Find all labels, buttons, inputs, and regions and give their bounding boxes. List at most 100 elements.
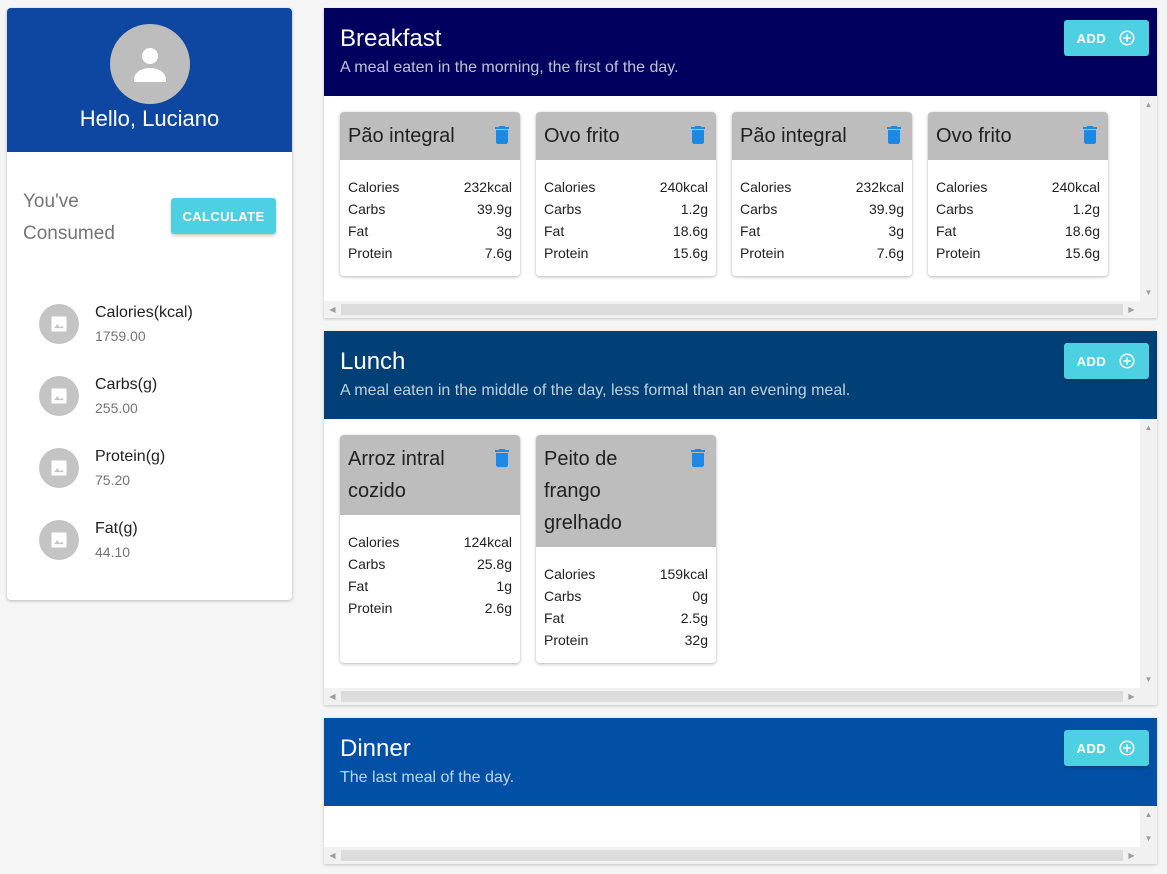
- delete-icon[interactable]: [1082, 126, 1098, 144]
- profile-header: Hello, Luciano: [7, 8, 292, 152]
- carbs-label: Carbs: [348, 201, 386, 217]
- scroll-up-icon[interactable]: ▲: [1140, 96, 1157, 113]
- carbs-label: Carbs: [740, 201, 778, 217]
- protein-label: Protein: [544, 245, 589, 261]
- food-card-scroller[interactable]: Arroz intral cozido Calories 124kcal Carb…: [324, 419, 1157, 705]
- food-card: Ovo frito Calories 240kcal Carbs 1.2g Fat 1…: [928, 112, 1108, 276]
- food-card-nutrients: Calories 159kcal Carbs 0g Fat 2.5g Protein 3…: [536, 547, 716, 663]
- food-card-nutrients: Calories 240kcal Carbs 1.2g Fat 18.6g Prote…: [928, 160, 1108, 276]
- protein-label: Protein: [348, 600, 393, 616]
- nutrient-carbs: Carbs(g) 255.00: [39, 368, 279, 440]
- add-breakfast-button[interactable]: ADD: [1064, 20, 1149, 56]
- nutrient-fat: Fat(g) 44.10: [39, 512, 279, 584]
- food-card-scroller[interactable]: Pão integral Calories 232kcal Carbs 39.9g …: [324, 96, 1157, 318]
- horizontal-scrollbar[interactable]: ◀ ▶: [324, 301, 1157, 318]
- meal-description: A meal eaten in the morning, the first o…: [340, 59, 679, 76]
- add-circle-icon: [1119, 30, 1135, 46]
- scroll-down-icon[interactable]: ▼: [1140, 671, 1157, 688]
- delete-icon[interactable]: [494, 126, 510, 144]
- carbs-label: Carbs: [544, 201, 582, 217]
- fat-value: 2.5g: [680, 610, 708, 626]
- food-name: Ovo frito: [544, 125, 620, 147]
- food-card-scroller[interactable]: ▲ ▼ ◀ ▶: [324, 806, 1157, 864]
- scroll-left-icon[interactable]: ◀: [324, 847, 341, 864]
- scrollbar-thumb[interactable]: [341, 850, 1123, 861]
- food-card-nutrients: Calories 240kcal Carbs 1.2g Fat 18.6g Prote…: [536, 160, 716, 276]
- food-name: Pão integral: [740, 125, 847, 147]
- meal-description: The last meal of the day.: [340, 769, 515, 786]
- scrollbar-thumb[interactable]: [341, 304, 1123, 315]
- horizontal-scrollbar[interactable]: ◀ ▶: [324, 847, 1157, 864]
- food-card: Pão integral Calories 232kcal Carbs 39.9g …: [732, 112, 912, 276]
- carbs-label: Carbs: [544, 588, 582, 604]
- delete-icon[interactable]: [690, 449, 706, 467]
- add-dinner-button[interactable]: ADD: [1064, 730, 1149, 766]
- calories-value: 159kcal: [659, 566, 708, 582]
- vertical-scrollbar[interactable]: ▲ ▼: [1140, 96, 1157, 301]
- meal-description: A meal eaten in the middle of the day, l…: [340, 382, 851, 399]
- protein-label: Protein: [348, 245, 393, 261]
- food-name: Ovo frito: [936, 125, 1012, 147]
- delete-icon[interactable]: [494, 449, 510, 467]
- calories-label: Calories: [740, 179, 792, 195]
- carbs-value: 0g: [692, 588, 708, 604]
- fat-label: Fat: [348, 223, 369, 239]
- scroll-down-icon[interactable]: ▼: [1140, 284, 1157, 301]
- scroll-left-icon[interactable]: ◀: [324, 688, 341, 705]
- calories-value: 240kcal: [1051, 179, 1100, 195]
- nutrient-value: 255.00: [95, 400, 138, 416]
- protein-value: 7.6g: [484, 245, 512, 261]
- food-card: Pão integral Calories 232kcal Carbs 39.9g …: [340, 112, 520, 276]
- scroll-left-icon[interactable]: ◀: [324, 301, 341, 318]
- fat-value: 3g: [888, 223, 904, 239]
- fat-value: 18.6g: [1064, 223, 1100, 239]
- avatar: [110, 24, 190, 104]
- calories-value: 240kcal: [659, 179, 708, 195]
- horizontal-scrollbar[interactable]: ◀ ▶: [324, 688, 1157, 705]
- add-circle-icon: [1119, 353, 1135, 369]
- calories-label: Calories: [348, 534, 400, 550]
- nutrient-protein: Protein(g) 75.20: [39, 440, 279, 512]
- fat-value: 1g: [496, 578, 512, 594]
- carbs-value: 1.2g: [1072, 201, 1100, 217]
- scroll-up-icon[interactable]: ▲: [1140, 419, 1157, 436]
- meal-header: Dinner The last meal of the day. ADD: [324, 718, 1157, 806]
- add-label: ADD: [1076, 353, 1107, 369]
- food-card-header: Pão integral: [732, 112, 912, 160]
- scroll-right-icon[interactable]: ▶: [1123, 688, 1140, 705]
- fat-label: Fat: [348, 578, 369, 594]
- protein-value: 32g: [684, 632, 708, 648]
- add-lunch-button[interactable]: ADD: [1064, 343, 1149, 379]
- carbs-value: 1.2g: [680, 201, 708, 217]
- scroll-up-icon[interactable]: ▲: [1140, 806, 1157, 823]
- add-circle-icon: [1119, 740, 1135, 756]
- food-card: Ovo frito Calories 240kcal Carbs 1.2g Fat 1…: [536, 112, 716, 276]
- person-icon: [134, 48, 166, 82]
- protein-label: Protein: [740, 245, 785, 261]
- calories-label: Calories: [544, 566, 596, 582]
- add-label: ADD: [1076, 30, 1107, 46]
- scrollbar-thumb[interactable]: [341, 691, 1123, 702]
- nutrient-value: 1759.00: [95, 328, 146, 344]
- delete-icon[interactable]: [886, 126, 902, 144]
- scroll-down-icon[interactable]: ▼: [1140, 830, 1157, 847]
- food-card-header: Arroz intral cozido: [340, 435, 520, 515]
- fat-value: 3g: [496, 223, 512, 239]
- vertical-scrollbar[interactable]: ▲ ▼: [1140, 419, 1157, 688]
- meal-section-breakfast: Breakfast A meal eaten in the morning, t…: [324, 8, 1157, 318]
- scroll-right-icon[interactable]: ▶: [1123, 847, 1140, 864]
- delete-icon[interactable]: [690, 126, 706, 144]
- calories-label: Calories: [348, 179, 400, 195]
- scroll-right-icon[interactable]: ▶: [1123, 301, 1140, 318]
- food-name: Arroz intral cozido: [348, 448, 445, 502]
- food-card: Arroz intral cozido Calories 124kcal Carb…: [340, 435, 520, 663]
- calories-label: Calories: [544, 179, 596, 195]
- vertical-scrollbar[interactable]: ▲ ▼: [1140, 806, 1157, 847]
- nutrient-label: Fat(g): [95, 520, 138, 537]
- meal-section-dinner: Dinner The last meal of the day. ADD ▲ ▼…: [324, 718, 1157, 864]
- greeting: Hello, Luciano: [79, 106, 220, 131]
- food-card-nutrients: Calories 232kcal Carbs 39.9g Fat 3g Protein…: [732, 160, 912, 276]
- meal-title: Breakfast: [340, 25, 442, 52]
- calculate-button[interactable]: CALCULATE: [171, 198, 276, 234]
- calories-value: 232kcal: [463, 179, 512, 195]
